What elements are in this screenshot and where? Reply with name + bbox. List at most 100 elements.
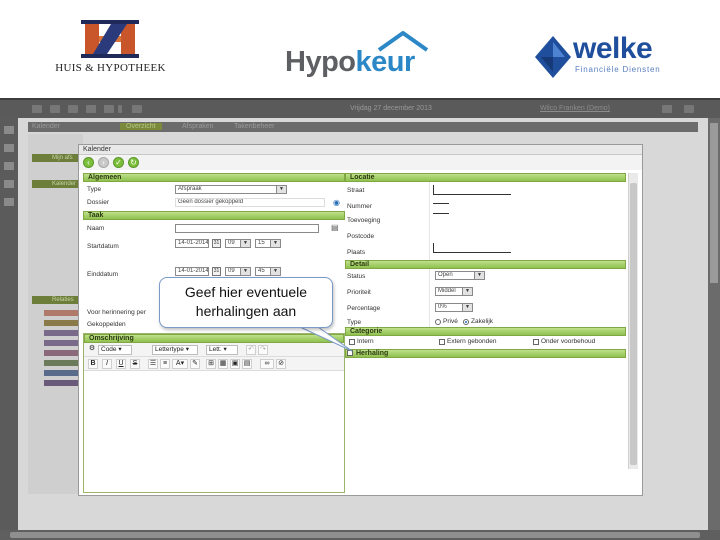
- bg-tab-afspraken[interactable]: Afspraken: [182, 123, 214, 130]
- nav-icon-3[interactable]: [4, 162, 14, 170]
- status-label: Status: [347, 273, 366, 280]
- image-icon[interactable]: ▣: [230, 359, 240, 369]
- percentage-select[interactable]: 0% ▼: [435, 303, 473, 312]
- nav-icon-2[interactable]: [4, 144, 14, 152]
- chevron-down-icon[interactable]: ▼: [270, 240, 280, 247]
- section-herhaling[interactable]: Herhaling: [345, 349, 626, 358]
- prioriteit-select[interactable]: Middel ▼: [435, 287, 473, 296]
- dialog-scrollbar[interactable]: [628, 173, 638, 469]
- save-icon[interactable]: ✓: [113, 157, 124, 168]
- bg-panel-title-1: Mijn afs: [52, 155, 73, 161]
- plaats-input[interactable]: [433, 252, 511, 253]
- code-dropdown[interactable]: Code ▾: [98, 345, 132, 355]
- user-link[interactable]: Wilco Franken (Demo): [540, 105, 610, 112]
- italic-button[interactable]: I: [102, 359, 112, 369]
- calendar-picker-icon[interactable]: 31: [212, 267, 221, 276]
- mail-icon[interactable]: [32, 105, 42, 113]
- chevron-down-icon[interactable]: ▼: [276, 186, 286, 193]
- source-icon[interactable]: ⚙: [88, 345, 96, 355]
- background-tabs: Kalender Overzicht Afspraken Takenbeheer: [28, 122, 698, 132]
- section-locatie: Locatie: [345, 173, 626, 182]
- startdatum-input[interactable]: 14-01-2014: [175, 239, 209, 248]
- app-scrollbar[interactable]: [708, 118, 720, 530]
- edit-icon[interactable]: [132, 105, 142, 113]
- dossier-field[interactable]: Geen dossier gekoppeld: [175, 198, 325, 207]
- paste-icon[interactable]: ▤: [242, 359, 252, 369]
- checkbox-extern[interactable]: [439, 339, 445, 345]
- toevoeging-input[interactable]: [433, 213, 449, 214]
- align-icon[interactable]: ⊞: [206, 359, 216, 369]
- herinnering-label: Voor herinnering per: [87, 309, 146, 316]
- calendar-icon[interactable]: [50, 105, 60, 113]
- chevron-down-icon[interactable]: ▼: [462, 304, 472, 311]
- section-categorie: Categorie: [345, 327, 626, 336]
- text-color-icon[interactable]: A▾: [172, 359, 188, 369]
- documents-icon[interactable]: [86, 105, 96, 113]
- end-hour-select[interactable]: 09 ▼: [225, 267, 251, 276]
- nav-icon-1[interactable]: [4, 126, 14, 134]
- einddatum-input[interactable]: 14-01-2014: [175, 267, 209, 276]
- bg-tab-takenbeheer[interactable]: Takenbeheer: [234, 123, 274, 130]
- naam-label: Naam: [87, 225, 105, 232]
- toevoeging-label: Toevoeging: [347, 217, 381, 224]
- undo-icon[interactable]: ↶: [246, 345, 256, 355]
- type-select[interactable]: Afspraak ▼: [175, 185, 287, 194]
- strike-button[interactable]: S: [130, 359, 140, 369]
- start-minute-select[interactable]: 15 ▼: [255, 239, 281, 248]
- bullet-list-icon[interactable]: ☰: [148, 359, 158, 369]
- chevron-down-icon[interactable]: ▼: [462, 288, 472, 295]
- herhaling-toggle-checkbox[interactable]: [347, 350, 353, 356]
- highlight-icon[interactable]: ✎: [190, 359, 200, 369]
- nav-icon-4[interactable]: [4, 180, 14, 188]
- settings-icon[interactable]: [684, 105, 694, 113]
- refresh-icon[interactable]: ↻: [128, 157, 139, 168]
- table-icon[interactable]: ▦: [218, 359, 228, 369]
- checkbox-voorbehoud[interactable]: [533, 339, 539, 345]
- callout-bubble: Geef hier eventuele herhalingen aan: [159, 277, 333, 328]
- background-side-panel: Mijn afs Kalender Relaties: [28, 134, 83, 494]
- chevron-down-icon[interactable]: ▼: [240, 240, 250, 247]
- naam-input[interactable]: [175, 224, 319, 233]
- welke-tagline: Financiële Diensten: [575, 65, 661, 74]
- document-icon[interactable]: ▤: [331, 223, 339, 232]
- underline-button[interactable]: U: [116, 359, 126, 369]
- calendar-picker-icon[interactable]: 31: [212, 239, 221, 248]
- radio-prive[interactable]: [435, 319, 441, 325]
- start-hour-select[interactable]: 09 ▼: [225, 239, 251, 248]
- nav-icon-5[interactable]: [4, 198, 14, 206]
- straat-input[interactable]: [433, 194, 511, 195]
- font-size-dropdown[interactable]: Lett. ▾: [206, 345, 238, 355]
- view-icon[interactable]: ◉: [333, 198, 340, 207]
- bg-tab-overzicht[interactable]: Overzicht: [120, 123, 162, 130]
- app-horizontal-scrollbar[interactable]: [0, 530, 720, 540]
- status-select[interactable]: Open ▼: [435, 271, 485, 280]
- postcode-label: Postcode: [347, 233, 375, 240]
- end-minute-select[interactable]: 45 ▼: [255, 267, 281, 276]
- contacts-icon[interactable]: [68, 105, 78, 113]
- huis-en-hypotheek-logo: HUIS & HYPOTHEEK: [38, 20, 183, 80]
- chevron-down-icon[interactable]: ▼: [240, 268, 250, 275]
- redo-icon[interactable]: ↷: [258, 345, 268, 355]
- checkbox-intern[interactable]: [349, 339, 355, 345]
- welke-logo: welke Financiële Diensten: [535, 32, 695, 82]
- forward-icon[interactable]: ›: [98, 157, 109, 168]
- unlink-icon[interactable]: ⊘: [276, 359, 286, 369]
- chevron-down-icon[interactable]: ▼: [270, 268, 280, 275]
- radio-zakelijk[interactable]: [463, 319, 469, 325]
- bg-tab-kalender[interactable]: Kalender: [32, 123, 60, 130]
- section-detail: Detail: [345, 260, 626, 269]
- folder-icon[interactable]: [104, 105, 114, 113]
- section-omschrijving: Omschrijving: [84, 334, 344, 343]
- nummer-input[interactable]: [433, 203, 449, 204]
- welke-logo-text: welke: [573, 32, 653, 65]
- omschrijving-editor: Omschrijving ⚙ Code ▾ Lettertype ▾ Lett.…: [83, 333, 345, 493]
- chevron-down-icon[interactable]: ▼: [474, 272, 484, 279]
- link-icon[interactable]: ∞: [260, 359, 274, 369]
- font-dropdown[interactable]: Lettertype ▾: [152, 345, 198, 355]
- numbered-list-icon[interactable]: ≡: [160, 359, 170, 369]
- back-icon[interactable]: ‹: [83, 157, 94, 168]
- screen-icon[interactable]: [662, 105, 672, 113]
- pin-icon[interactable]: [118, 105, 122, 113]
- dialog-toolbar: ‹ › ✓ ↻: [79, 155, 642, 170]
- bold-button[interactable]: B: [88, 359, 98, 369]
